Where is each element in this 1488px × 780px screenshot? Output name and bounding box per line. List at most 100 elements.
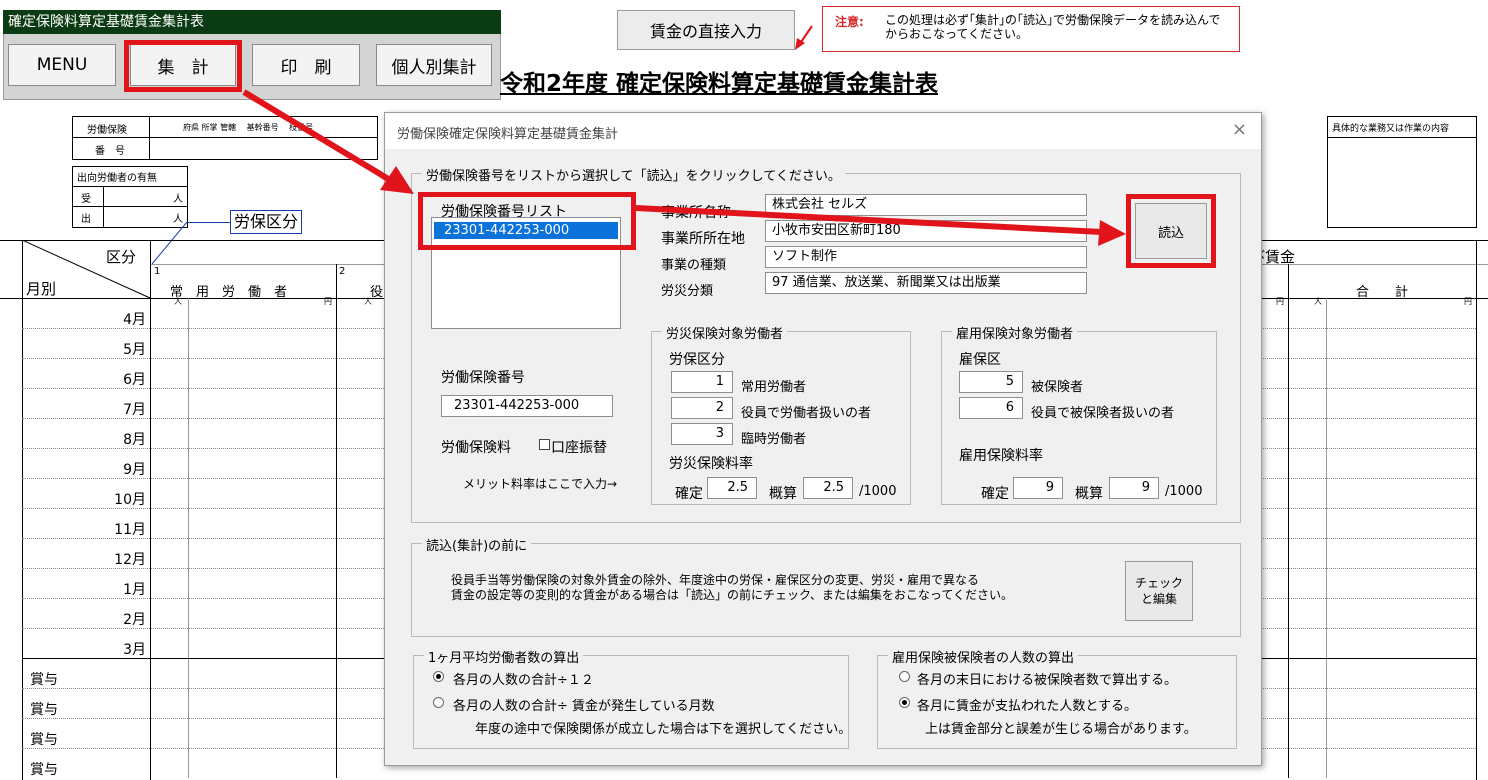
accident-class-label-2: 役員で労働者扱いの者: [741, 406, 872, 421]
before-load-group-label: 読込(集計)の前に: [422, 535, 532, 554]
load-button[interactable]: 読込: [1135, 203, 1207, 259]
office-address-label: 事業所所在地: [661, 231, 745, 247]
emp-count-label-2[interactable]: 各月に賃金が支払われた人数とする。: [917, 695, 1137, 714]
month-label-9: 9月: [123, 462, 146, 478]
accident-group-label: 労災保険対象労働者: [662, 323, 788, 342]
sent-label: 出: [81, 214, 91, 225]
person-unit: 人: [173, 194, 183, 205]
month-label-12: 12月: [114, 552, 146, 568]
work-content-label: 具体的な業務又は作業の内容: [1332, 124, 1450, 134]
accident-estimated-rate[interactable]: 2.5: [803, 477, 853, 499]
emp-count-label-1[interactable]: 各月の末日における被保険者数で算出する。: [917, 669, 1177, 688]
month-label-4: 4月: [123, 312, 146, 328]
employment-class-label-5: 被保険者: [1031, 380, 1084, 395]
person-unit: 人: [364, 297, 372, 306]
emp-count-note: 上は賃金部分と誤差が生じる場合があります。: [925, 722, 1197, 737]
avg-option-label-2[interactable]: 各月の人数の合計÷ 賃金が発生している月数: [453, 695, 715, 714]
office-address-field[interactable]: 小牧市安田区新町180: [765, 220, 1087, 242]
col1-number: 1: [154, 266, 161, 277]
employment-estimated-label: 概算: [1075, 486, 1103, 502]
labor-class-label: 労保区分: [669, 352, 725, 368]
work-content-box: 具体的な業務又は作業の内容: [1327, 116, 1477, 228]
dispatch-label: 出向労働者の有無: [77, 173, 157, 184]
employment-rate-label: 雇用保険料率: [959, 448, 1043, 464]
accident-rate-label: 労災保険料率: [669, 456, 753, 472]
month-label-7: 7月: [123, 402, 146, 418]
average-workers-group-label: 1ヶ月平均労働者数の算出: [424, 647, 584, 666]
accident-confirmed-label: 確定: [675, 486, 703, 502]
print-button[interactable]: 印 刷: [252, 44, 360, 86]
number-label: 番 号: [95, 146, 125, 157]
month-label-8: 8月: [123, 432, 146, 448]
number-list[interactable]: 23301-442253-000: [431, 217, 621, 329]
dialog-titlebar: 労働保険確定保険料算定基礎賃金集計 ×: [385, 113, 1261, 149]
yen-unit: 円: [1276, 297, 1284, 306]
insurance-label: 労働保険: [87, 125, 127, 136]
per-mille-label: /1000: [1165, 484, 1203, 499]
emp-count-radio-1[interactable]: [899, 671, 910, 682]
accident-class-label: 労災分類: [661, 284, 714, 299]
employment-class-label: 雇保区: [959, 352, 1001, 368]
premium-label: 労働保険料: [441, 440, 511, 456]
account-transfer-label: 口座振替: [551, 440, 607, 456]
accident-class-label-3: 臨時労働者: [741, 432, 807, 447]
emp-count-radio-2[interactable]: [899, 697, 910, 708]
accident-class-value-1[interactable]: 1: [671, 371, 733, 393]
labor-class-tag: 労保区分: [230, 210, 303, 234]
report-title: 令和2年度 確定保険料算定基礎賃金集計表: [500, 71, 939, 97]
number-subheaders: 府県 所掌 管轄 基幹番号 枝番号: [183, 123, 314, 132]
yen-unit: 円: [324, 297, 332, 306]
bonus-label: 賞与: [30, 702, 58, 718]
insurance-number-field[interactable]: 23301-442253-000: [441, 395, 613, 417]
employment-confirmed-label: 確定: [981, 486, 1009, 502]
list-item[interactable]: 23301-442253-000: [434, 222, 618, 239]
avg-option-label-1[interactable]: 各月の人数の合計÷１２: [453, 669, 594, 688]
accident-estimated-label: 概算: [769, 486, 797, 502]
employment-count-group-label: 雇用保険被保険者の人数の算出: [888, 647, 1079, 666]
bonus-label: 賞与: [30, 762, 58, 778]
toolbar-title: 確定保険料算定基礎賃金集計表: [3, 10, 501, 34]
accident-class-value-2[interactable]: 2: [671, 397, 733, 419]
bonus-label: 賞与: [30, 672, 58, 688]
person-unit: 人: [1314, 297, 1322, 306]
aggregate-dialog: 労働保険確定保険料算定基礎賃金集計 × 労働保険番号をリストから選択して「読込」…: [384, 112, 1262, 766]
close-icon[interactable]: ×: [1232, 119, 1247, 140]
avg-option-radio-2[interactable]: [433, 697, 444, 708]
direct-wage-input-button[interactable]: 賃金の直接入力: [617, 10, 795, 50]
office-name-label: 事業所名称: [661, 205, 731, 221]
month-label: 月別: [26, 280, 57, 298]
avg-note: 年度の途中で保険関係が成立した場合は下を選択してください。: [475, 722, 852, 737]
notice-text: この処理は必ず｢集計｣の｢読込｣で労働保険データを読み込んでからおこなってくださ…: [885, 13, 1221, 41]
employment-confirmed-rate[interactable]: 9: [1013, 477, 1063, 499]
notice-label: 注意:: [835, 15, 864, 29]
employment-class-value-5[interactable]: 5: [959, 371, 1023, 393]
employment-estimated-rate[interactable]: 9: [1109, 477, 1159, 499]
menu-button[interactable]: MENU: [8, 44, 116, 86]
accident-confirmed-rate[interactable]: 2.5: [707, 477, 757, 499]
received-label: 受: [81, 194, 91, 205]
business-type-field[interactable]: ソフト制作: [765, 246, 1087, 268]
accident-class-field[interactable]: 97 通信業、放送業、新聞業又は出版業: [765, 272, 1087, 294]
yen-unit: 円: [1464, 297, 1472, 306]
per-mille-label: /1000: [859, 484, 897, 499]
office-name-field[interactable]: 株式会社 セルズ: [765, 194, 1087, 216]
account-transfer-checkbox[interactable]: [539, 439, 550, 450]
insurance-number-label: 労働保険番号: [441, 370, 525, 386]
employment-group-label: 雇用保険対象労働者: [952, 323, 1078, 342]
notice-box: 注意: この処理は必ず｢集計｣の｢読込｣で労働保険データを読み込んでからおこなっ…: [822, 6, 1240, 52]
individual-summary-button[interactable]: 個人別集計: [376, 44, 492, 86]
month-label-3: 3月: [123, 642, 146, 658]
dialog-title: 労働保険確定保険料算定基礎賃金集計: [397, 127, 619, 142]
employment-class-value-6[interactable]: 6: [959, 397, 1023, 419]
employment-class-label-6: 役員で被保険者扱いの者: [1031, 406, 1175, 421]
col2-number: 2: [339, 266, 346, 277]
insurance-number-box: 労働保険 番 号 府県 所掌 管轄 基幹番号 枝番号: [72, 116, 378, 160]
merit-rate-note: メリット料率はここで入力→: [463, 477, 618, 491]
month-label-11: 11月: [114, 522, 146, 538]
check-and-edit-button[interactable]: チェック と編集: [1125, 561, 1193, 621]
aggregate-button[interactable]: 集 計: [130, 44, 236, 86]
month-label-6: 6月: [123, 372, 146, 388]
accident-class-value-3[interactable]: 3: [671, 423, 733, 445]
avg-option-radio-1[interactable]: [433, 671, 444, 682]
before-load-text-2: 賃金の設定等の変則的な賃金がある場合は「読込」の前にチェック、または編集をおこな…: [451, 588, 1013, 602]
